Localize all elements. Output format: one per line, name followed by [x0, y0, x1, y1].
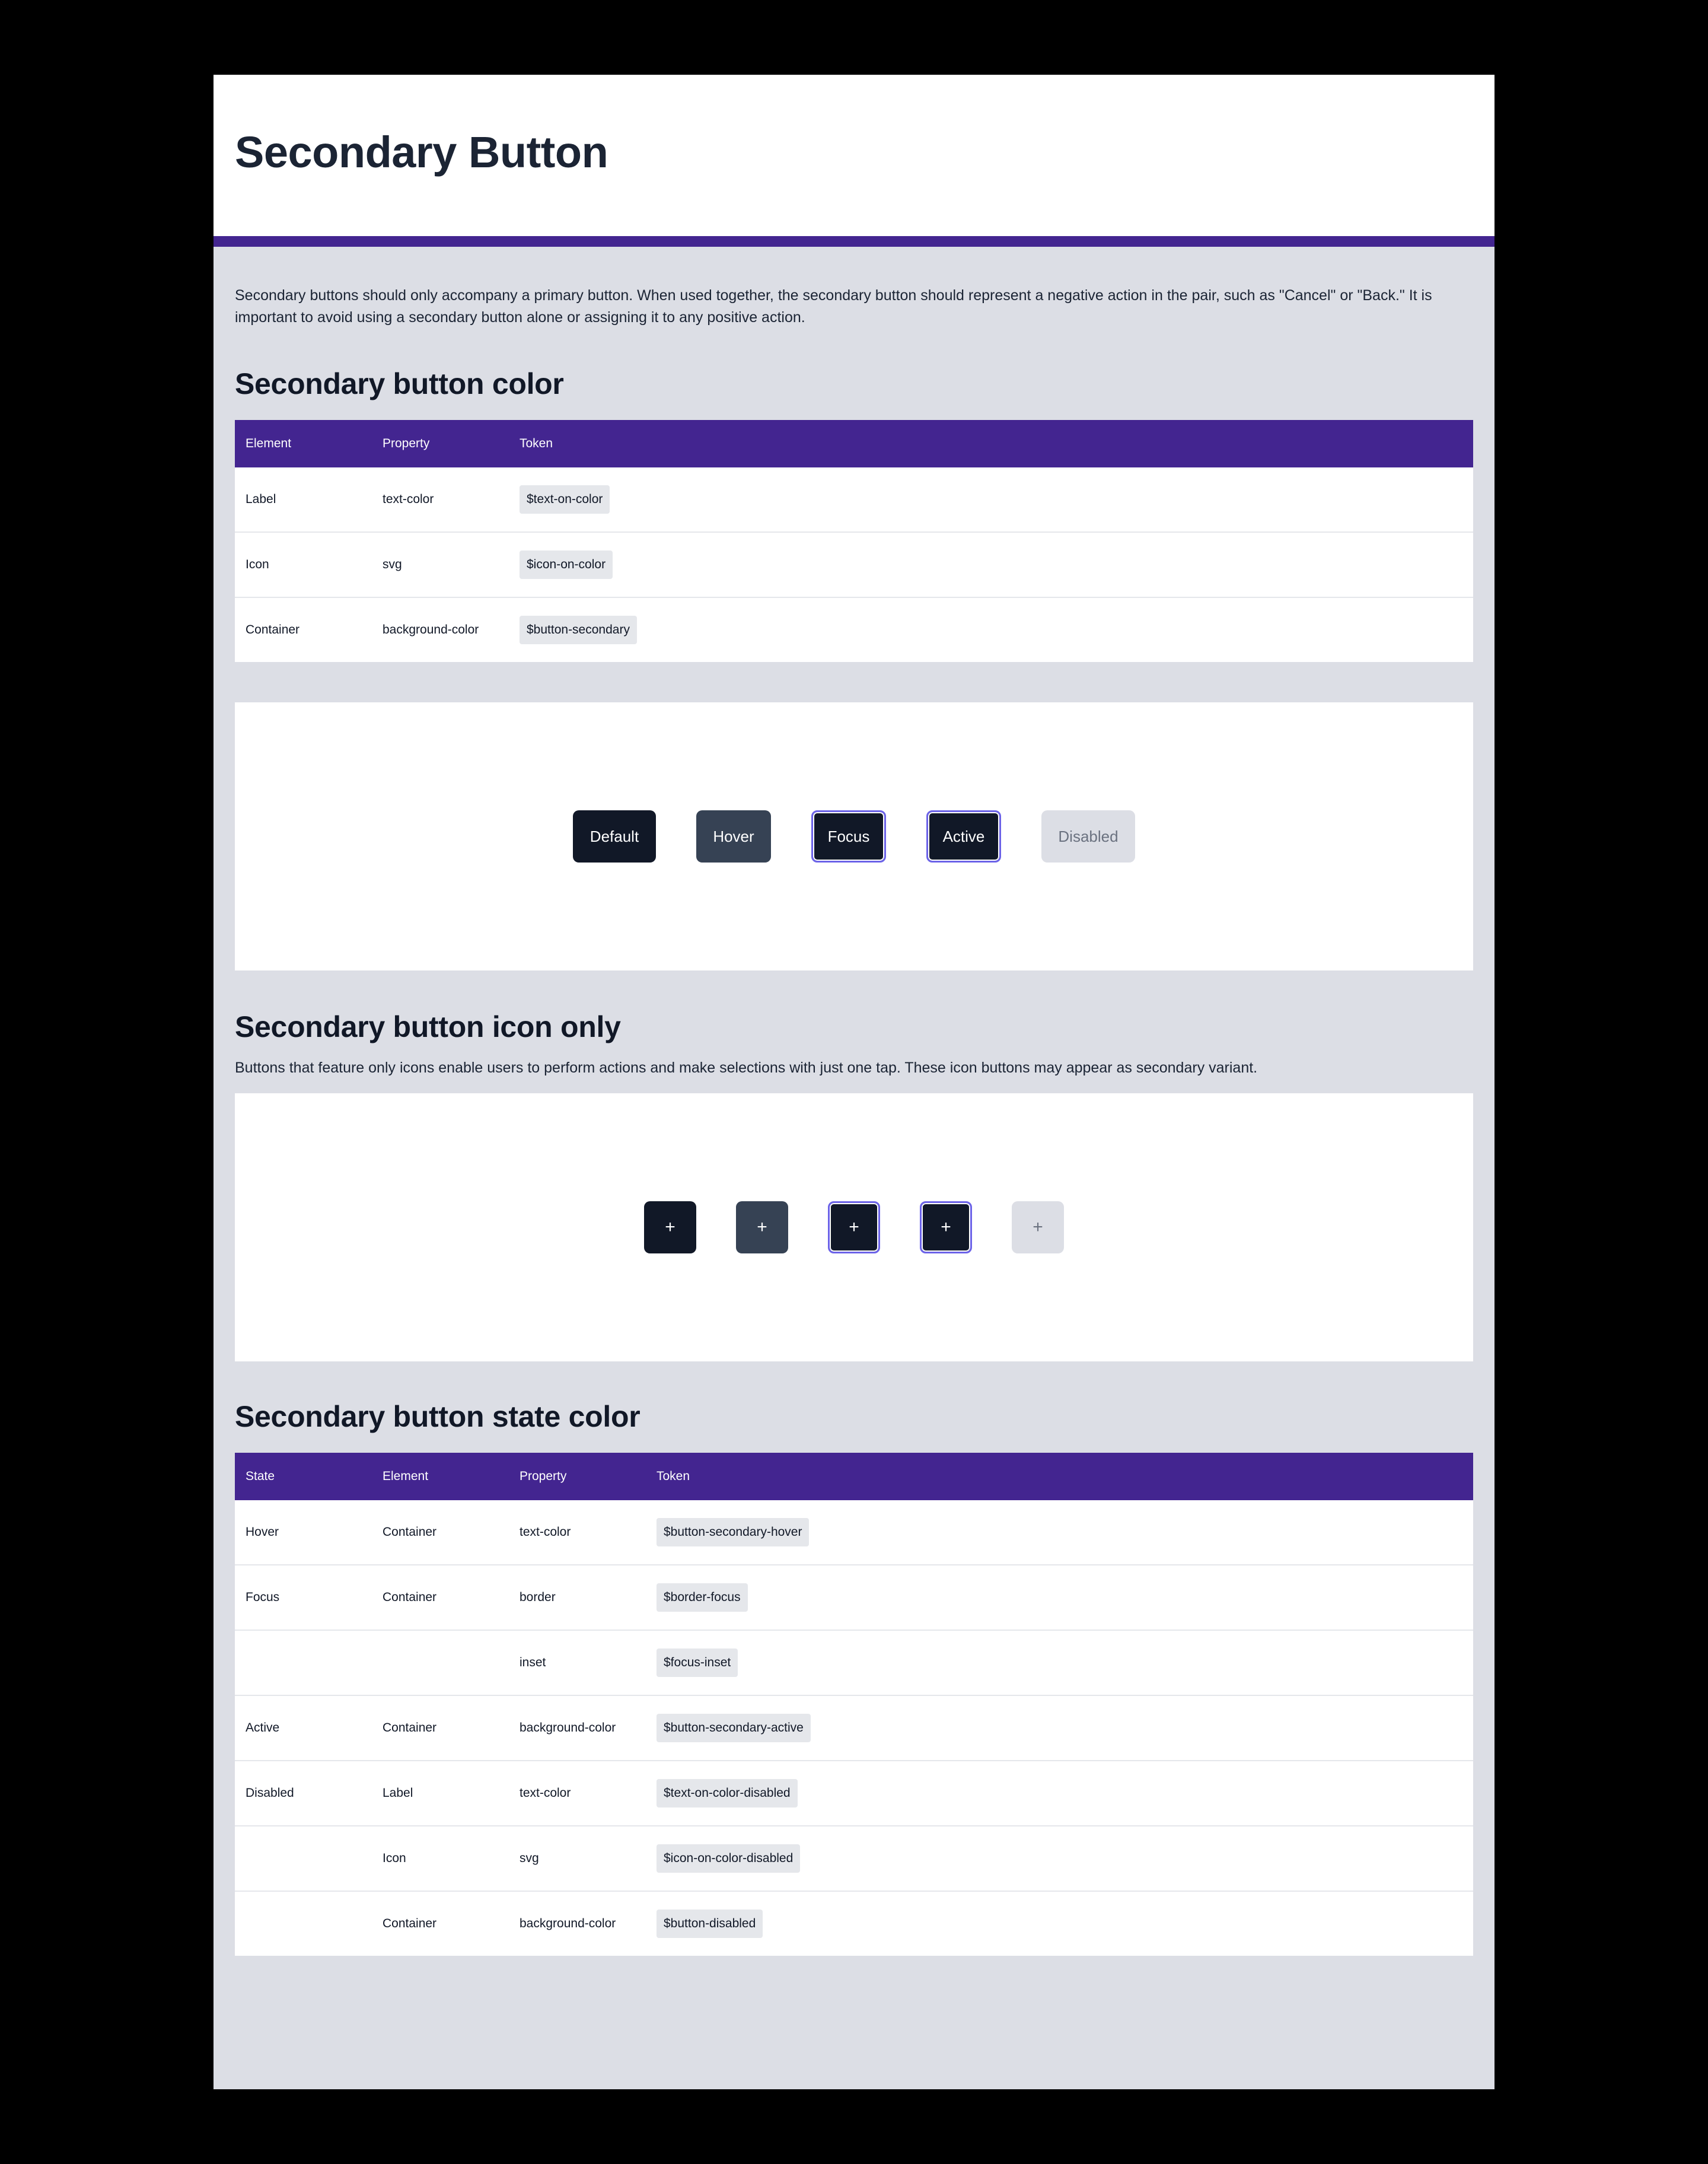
page-header: Secondary Button: [214, 75, 1494, 247]
cell-property: background-color: [372, 597, 509, 662]
cell-property: text-color: [383, 492, 434, 506]
page-content: Secondary buttons should only accompany …: [214, 285, 1494, 1956]
active-icon-button[interactable]: +: [920, 1201, 972, 1253]
state-token-table: State Element Property Token Hover Conta…: [235, 1453, 1473, 1956]
cell-token: $button-disabled: [646, 1891, 1473, 1956]
icon-button-states-demo: + + + + +: [235, 1093, 1473, 1361]
cell-element: Container: [372, 1564, 509, 1630]
column-header-token: Token: [657, 1469, 690, 1483]
cell-element: [372, 1630, 509, 1695]
cell-token: $border-focus: [646, 1564, 1473, 1630]
column-header-property: Property: [383, 437, 430, 450]
default-button[interactable]: Default: [573, 810, 656, 863]
cell-property: svg: [372, 532, 509, 597]
cell-state: Active: [235, 1695, 372, 1761]
cell-state: Hover: [246, 1525, 279, 1539]
cell-token: $focus-inset: [646, 1630, 1473, 1695]
token-chip: $button-secondary: [520, 616, 637, 644]
token-chip: $button-disabled: [657, 1910, 763, 1938]
cell-token: $icon-on-color: [509, 532, 1473, 597]
table-row: Label text-color $text-on-color: [235, 467, 1473, 532]
cell-property: background-color: [509, 1695, 646, 1761]
cell-token: $text-on-color: [509, 467, 1473, 532]
cell-token: $button-secondary-active: [646, 1695, 1473, 1761]
column-header-element: Element: [383, 1469, 429, 1483]
hover-button[interactable]: Hover: [696, 810, 771, 863]
disabled-button: Disabled: [1041, 810, 1135, 863]
plus-icon: +: [757, 1217, 767, 1237]
cell-element: Container: [383, 1525, 437, 1539]
column-header-element: Element: [246, 437, 292, 450]
cell-property: border: [509, 1564, 646, 1630]
column-header-state: State: [246, 1469, 275, 1483]
focus-icon-button[interactable]: +: [828, 1201, 880, 1253]
cell-state: [235, 1630, 372, 1695]
cell-element: Container: [372, 1891, 509, 1956]
table-header-row: State Element Property Token: [235, 1453, 1473, 1500]
table-row: Icon svg $icon-on-color-disabled: [235, 1825, 1473, 1891]
color-section-title: Secondary button color: [235, 367, 564, 400]
cell-element: Container: [235, 597, 372, 662]
default-icon-button[interactable]: +: [644, 1201, 696, 1253]
table-row: Icon svg $icon-on-color: [235, 532, 1473, 597]
table-header-row: Element Property Token: [235, 420, 1473, 467]
button-states-demo: Default Hover Focus Active Disabled: [235, 702, 1473, 970]
cell-element: Icon: [235, 532, 372, 597]
token-chip: $icon-on-color-disabled: [657, 1844, 801, 1873]
table-row: Focus Container border $border-focus: [235, 1564, 1473, 1630]
cell-property: background-color: [509, 1891, 646, 1956]
focus-button[interactable]: Focus: [811, 810, 886, 863]
plus-icon: +: [1033, 1217, 1043, 1237]
active-button[interactable]: Active: [926, 810, 1001, 863]
cell-element: Icon: [372, 1825, 509, 1891]
cell-token: $text-on-color-disabled: [646, 1760, 1473, 1826]
page-title: Secondary Button: [235, 128, 608, 177]
hover-icon-button[interactable]: +: [736, 1201, 788, 1253]
cell-token: $button-secondary-hover: [646, 1500, 1473, 1565]
cell-property: text-color: [520, 1525, 571, 1539]
cell-property: svg: [509, 1825, 646, 1891]
table-row: inset $focus-inset: [235, 1630, 1473, 1695]
disabled-icon-button: +: [1012, 1201, 1064, 1253]
table-row: Active Container background-color $butto…: [235, 1695, 1473, 1761]
plus-icon: +: [941, 1217, 951, 1237]
token-chip: $border-focus: [657, 1583, 748, 1612]
token-chip: $icon-on-color: [520, 550, 613, 579]
cell-state: [235, 1825, 372, 1891]
plus-icon: +: [665, 1217, 675, 1237]
cell-state: Disabled: [235, 1760, 372, 1826]
icon-section-description: Buttons that feature only icons enable u…: [235, 1059, 1258, 1076]
documentation-page: Secondary Button Secondary buttons shoul…: [214, 75, 1494, 2089]
intro-text: Secondary buttons should only accompany …: [235, 287, 1432, 326]
cell-token: $icon-on-color-disabled: [646, 1825, 1473, 1891]
cell-element: Label: [246, 492, 276, 506]
token-chip: $button-secondary-active: [657, 1714, 811, 1742]
state-section-title: Secondary button state color: [235, 1400, 640, 1433]
cell-state: [235, 1891, 372, 1956]
cell-token: $button-secondary: [509, 597, 1473, 662]
cell-element: Label: [372, 1760, 509, 1826]
token-chip: $text-on-color-disabled: [657, 1779, 798, 1807]
table-row: Hover Container text-color $button-secon…: [235, 1500, 1473, 1565]
cell-element: Container: [372, 1695, 509, 1761]
token-chip: $focus-inset: [657, 1649, 738, 1677]
plus-icon: +: [849, 1217, 859, 1237]
table-row: Container background-color $button-secon…: [235, 597, 1473, 662]
token-chip: $button-secondary-hover: [657, 1518, 810, 1546]
table-row: Container background-color $button-disab…: [235, 1891, 1473, 1956]
icon-section-title: Secondary button icon only: [235, 1010, 621, 1043]
cell-property: inset: [509, 1630, 646, 1695]
cell-property: text-color: [509, 1760, 646, 1826]
cell-state: Focus: [235, 1564, 372, 1630]
token-chip: $text-on-color: [520, 485, 610, 514]
column-header-token: Token: [520, 437, 553, 450]
color-token-table: Element Property Token Label text-color …: [235, 420, 1473, 662]
table-row: Disabled Label text-color $text-on-color…: [235, 1760, 1473, 1826]
column-header-property: Property: [520, 1469, 567, 1483]
